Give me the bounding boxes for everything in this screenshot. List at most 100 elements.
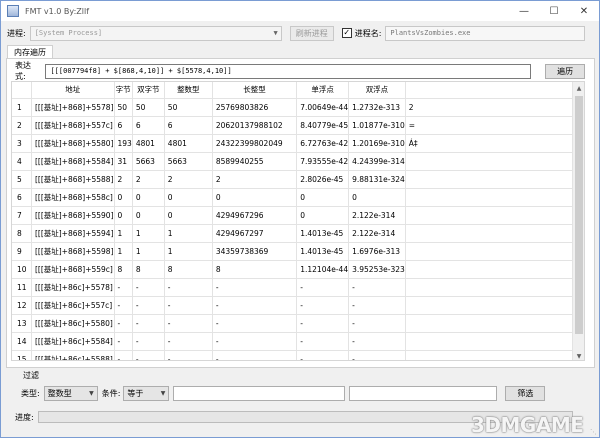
resize-grip-icon[interactable]: ⋱ [590,428,598,436]
cell-row-index: 3 [12,134,31,152]
refresh-process-button[interactable]: 刷新进程 [290,26,334,41]
cell-text [405,170,583,188]
cell-row-index: 8 [12,224,31,242]
cell-word: 50 [132,98,164,116]
filter-value-input[interactable] [173,386,345,401]
condition-select[interactable]: 等于 ▼ [123,386,169,401]
table-scrollbar[interactable]: ▲ ▼ [572,82,584,361]
cell-row-index: 6 [12,188,31,206]
cell-float: 6.72763e-42 [297,134,349,152]
cell-long: 8589940255 [212,152,296,170]
table-row[interactable]: 5 [[[基址]+868]+5588] 2 2 2 2 2.8026e-45 9.88131e… [12,170,584,188]
process-name-input[interactable]: PlantsVsZombies.exe [385,26,585,41]
cell-float: - [297,332,349,350]
close-button[interactable]: ✕ [569,1,599,21]
cell-long: 24322399802049 [212,134,296,152]
cell-double: - [349,350,406,361]
table-row[interactable]: 15 [[[基址]+86c]+5588] - - - - - - [12,350,584,361]
progress-label: 进度: [15,412,34,423]
traverse-button[interactable]: 遍历 [545,64,585,79]
cell-word: 6 [132,116,164,134]
header-word[interactable]: 双字节 [132,82,164,98]
maximize-icon: ☐ [550,6,559,17]
cell-long: - [212,332,296,350]
cell-float: 7.00649e-44 [297,98,349,116]
header-float[interactable]: 单浮点 [297,82,349,98]
window-title: FMT v1.0 By:Zllf [25,7,89,16]
cell-double: - [349,296,406,314]
cell-byte: - [114,296,132,314]
process-combo[interactable]: [System Process] ▼ [30,26,282,41]
cell-word: - [132,314,164,332]
type-select[interactable]: 整数型 ▼ [44,386,98,401]
cell-address: [[[基址]+868]+558c] [31,188,114,206]
header-long[interactable]: 长整型 [212,82,296,98]
cell-row-index: 14 [12,332,31,350]
filter-value-input-2[interactable] [349,386,497,401]
cell-address: [[[基址]+86c]+557c] [31,296,114,314]
cell-text [405,188,583,206]
watermark-text: 3DMGAME [471,413,583,437]
cell-word: 8 [132,260,164,278]
cell-double: 1.6976e-313 [349,242,406,260]
process-label: 进程: [7,28,26,39]
scrollbar-thumb[interactable] [575,96,583,334]
header-int[interactable]: 整数型 [164,82,212,98]
header-text[interactable] [405,82,583,98]
table-row[interactable]: 8 [[[基址]+868]+5594] 1 1 1 4294967297 1.4013e-4… [12,224,584,242]
type-label: 类型: [21,388,40,399]
memory-table[interactable]: 地址 字节 双字节 整数型 长整型 单浮点 双浮点 1 [[[基址]+868]+5… [11,81,585,361]
expression-row: 表达式: [[[007794f8] + $[868,4,10]] + $[557… [15,63,585,79]
expression-input[interactable]: [[[007794f8] + $[868,4,10]] + $[5578,4,1… [45,64,531,79]
cell-text:  [405,152,583,170]
table-row[interactable]: 4 [[[基址]+868]+5584] 31 5663 5663 8589940255 7.… [12,152,584,170]
scroll-down-icon[interactable]: ▼ [573,350,585,361]
cell-address: [[[基址]+86c]+5580] [31,314,114,332]
header-address[interactable]: 地址 [31,82,114,98]
tab-memory-traverse[interactable]: 内存遍历 [7,45,53,59]
maximize-button[interactable]: ☐ [539,1,569,21]
chevron-down-icon: ▼ [273,29,277,37]
table-row[interactable]: 11 [[[基址]+86c]+5578] - - - - - - [12,278,584,296]
cell-long: 20620137988102 [212,116,296,134]
cell-byte: 0 [114,206,132,224]
cell-double: - [349,278,406,296]
cell-text [405,260,583,278]
cell-word: 1 [132,224,164,242]
filter-group: 过滤 类型: 整数型 ▼ 条件: 等于 ▼ 筛选 [15,370,585,406]
cell-long: - [212,314,296,332]
process-name-checkbox[interactable]: ✓ [342,28,352,38]
table-row[interactable]: 1 [[[基址]+868]+5578] 50 50 50 25769803826 7.006… [12,98,584,116]
cell-double: - [349,332,406,350]
cell-text [405,350,583,361]
cell-row-index: 1 [12,98,31,116]
table-row[interactable]: 2 [[[基址]+868]+557c] 6 6 6 20620137988102 8.407… [12,116,584,134]
cell-byte: - [114,350,132,361]
cell-byte: 0 [114,188,132,206]
expression-label: 表达式: [15,60,41,82]
table-row[interactable]: 6 [[[基址]+868]+558c] 0 0 0 0 0 0 [12,188,584,206]
cell-address: [[[基址]+86c]+5578] [31,278,114,296]
header-byte[interactable]: 字节 [114,82,132,98]
filter-button[interactable]: 筛选 [505,386,545,401]
header-double[interactable]: 双浮点 [349,82,406,98]
cell-byte: 193 [114,134,132,152]
table-row[interactable]: 7 [[[基址]+868]+5590] 0 0 0 4294967296 0 2.122e-3… [12,206,584,224]
cell-int: - [164,314,212,332]
minimize-button[interactable]: — [509,1,539,21]
cell-long: 8 [212,260,296,278]
table-row[interactable]: 14 [[[基址]+86c]+5584] - - - - - - [12,332,584,350]
table-row[interactable]: 3 [[[基址]+868]+5580] 193 4801 4801 24322399802… [12,134,584,152]
table-row[interactable]: 9 [[[基址]+868]+5598] 1 1 1 34359738369 1.4013e-… [12,242,584,260]
cell-word: - [132,296,164,314]
cell-float: 2.8026e-45 [297,170,349,188]
table-row[interactable]: 10 [[[基址]+868]+559c] 8 8 8 8 1.12104e-44 3.9525… [12,260,584,278]
scroll-up-icon[interactable]: ▲ [573,82,585,94]
cell-row-index: 7 [12,206,31,224]
cell-int: 0 [164,188,212,206]
header-index[interactable] [12,82,31,98]
cell-address: [[[基址]+868]+557c] [31,116,114,134]
table-row[interactable]: 12 [[[基址]+86c]+557c] - - - - - - [12,296,584,314]
table-row[interactable]: 13 [[[基址]+86c]+5580] - - - - - - [12,314,584,332]
cell-word: 0 [132,188,164,206]
